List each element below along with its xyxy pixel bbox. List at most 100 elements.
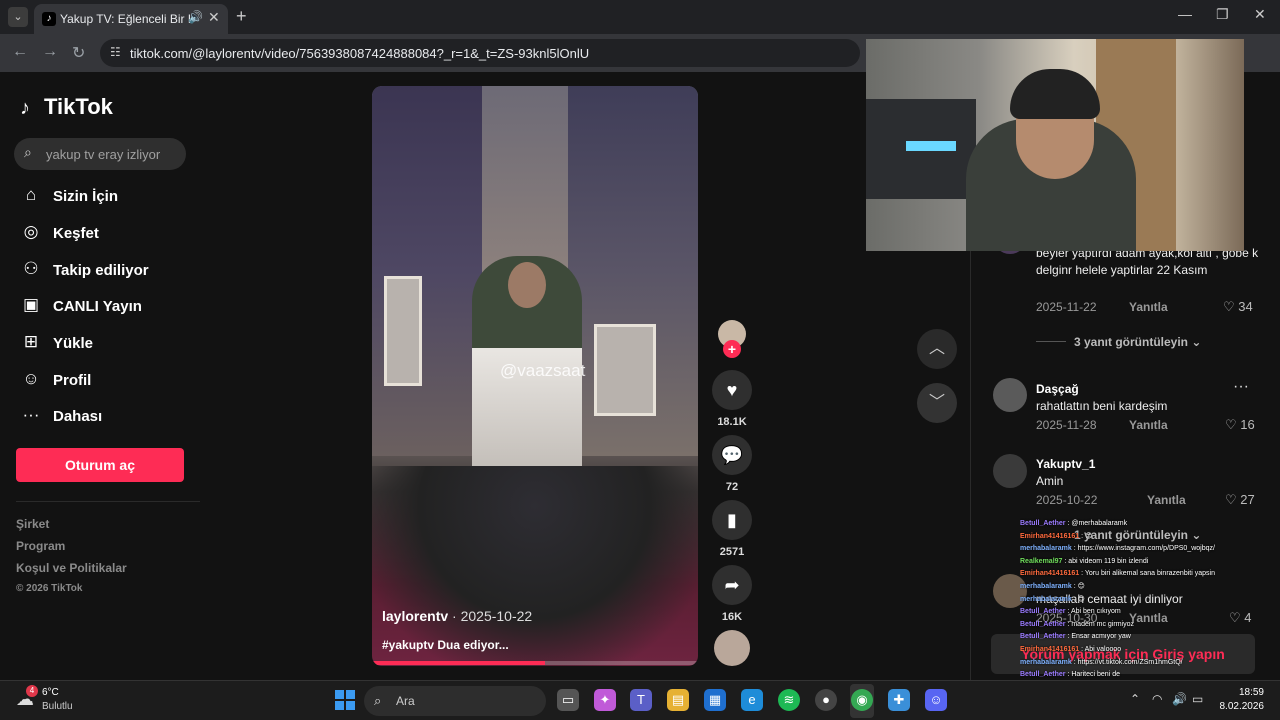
close-window-icon[interactable]: ✕	[1254, 6, 1266, 23]
teams-icon[interactable]: T	[630, 689, 652, 711]
copyright: © 2026 TikTok	[16, 583, 83, 594]
sidebar-item-label: Dahası	[53, 408, 103, 425]
like-button[interactable]: ♥	[712, 370, 752, 410]
sidebar-item-label: Keşfet	[53, 225, 99, 242]
footer-link-terms[interactable]: Koşul ve Politikalar	[16, 561, 127, 575]
footer-link-company[interactable]: Şirket	[16, 517, 49, 531]
sidebar-item-for-you[interactable]: ⌂ Sizin İçin	[18, 182, 198, 212]
search-icon[interactable]: ⌕	[24, 144, 32, 161]
tiktok-logo[interactable]: ♪ TikTok	[20, 94, 113, 120]
weather-badge: 4	[26, 685, 38, 697]
comment-icon: 💬	[720, 445, 744, 465]
clock-time[interactable]: 18:59	[1210, 687, 1264, 698]
replies-divider	[1036, 341, 1066, 342]
heart-outline-icon: ♡	[1223, 299, 1235, 314]
more-options-icon[interactable]: ···	[1233, 378, 1249, 396]
follow-plus-icon[interactable]: +	[723, 340, 741, 358]
webcam-overlay	[866, 39, 1244, 251]
previous-video-button[interactable]: ︿	[917, 329, 957, 369]
video-watermark: @vaazsaat	[500, 361, 586, 380]
chat-text: : abi videom 119 bin izlendi	[1062, 557, 1149, 565]
url-text[interactable]: tiktok.com/@laylorentv/video/75639380874…	[130, 46, 589, 61]
close-tab-icon[interactable]: ✕	[208, 9, 220, 26]
obs-icon[interactable]: ●	[815, 689, 837, 711]
comment-avatar[interactable]	[993, 378, 1027, 412]
clock-date[interactable]: 8.02.2026	[1196, 701, 1265, 712]
sidebar-item-label: Profil	[53, 372, 92, 389]
chat-text: : madem mc girmiyoz	[1065, 620, 1134, 628]
music-disc-avatar[interactable]	[714, 630, 750, 666]
tray-overflow-icon[interactable]: ⌃	[1130, 692, 1140, 706]
reply-button[interactable]: Yanıtla	[1147, 493, 1186, 507]
webcam-scene-light	[906, 141, 956, 151]
task-view-icon[interactable]: ▭	[557, 689, 579, 711]
volume-icon[interactable]: 🔊	[1172, 692, 1187, 706]
video-caption[interactable]: #yakuptv Dua ediyor...	[382, 638, 509, 652]
copilot-icon[interactable]: ✦	[594, 689, 616, 711]
view-replies-button[interactable]: 3 yanıt görüntüleyin ⌄	[1074, 335, 1201, 349]
wifi-icon[interactable]: ◠	[1152, 692, 1162, 706]
restore-icon[interactable]: ❐	[1216, 6, 1229, 23]
search-box[interactable]: ⌕	[14, 138, 186, 170]
spotify-icon[interactable]: ≋	[778, 689, 800, 711]
heart-outline-icon: ♡	[1225, 417, 1237, 432]
comment-like[interactable]: ♡ 27	[1225, 492, 1255, 508]
chat-message: Emirhan41416161 : Abi valoooo	[1020, 644, 1260, 657]
chrome-icon[interactable]: ◉	[851, 689, 873, 711]
sidebar-item-profile[interactable]: ☺ Profil	[18, 366, 198, 396]
sidebar-item-live[interactable]: ▣ CANLI Yayın	[18, 292, 198, 322]
app-icon[interactable]: ✚	[888, 689, 910, 711]
login-button[interactable]: Oturum aç	[16, 448, 184, 482]
video-progress-bar[interactable]	[372, 661, 698, 665]
sidebar-item-explore[interactable]: ◎ Keşfet	[18, 219, 198, 249]
comment-username[interactable]: Yakuptv_1	[1036, 457, 1095, 471]
speaker-icon[interactable]: 🔊	[188, 10, 203, 24]
discord-icon[interactable]: ☺	[925, 689, 947, 711]
start-button[interactable]	[335, 690, 355, 710]
share-button[interactable]: ➦	[712, 565, 752, 605]
store-icon[interactable]: ▦	[704, 689, 726, 711]
search-input[interactable]	[46, 138, 176, 170]
reload-icon[interactable]: ↻	[72, 43, 85, 63]
sidebar-divider	[16, 501, 200, 502]
tab-list-button[interactable]: ⌄	[8, 7, 28, 27]
url-field[interactable]: ☷ tiktok.com/@laylorentv/video/756393808…	[100, 39, 860, 67]
edge-icon[interactable]: e	[741, 689, 763, 711]
chat-message: merhabalaramk : https://vt.tiktok.com/ZS…	[1020, 657, 1260, 670]
tiktok-logo-icon: ♪	[20, 97, 30, 119]
like-count: 18.1K	[717, 416, 747, 428]
back-icon[interactable]: ←	[12, 43, 28, 61]
new-tab-icon[interactable]: +	[236, 6, 247, 27]
reply-button[interactable]: Yanıtla	[1129, 300, 1168, 314]
site-info-icon[interactable]: ☷	[110, 45, 121, 59]
video-player[interactable]: @vaazsaat laylorentv · 2025-10-22 #yakup…	[372, 86, 698, 666]
sidebar-item-following[interactable]: ⚇ Takip ediliyor	[18, 256, 198, 286]
chat-username: Emirhan41416161	[1020, 532, 1080, 540]
windows-logo-icon	[346, 701, 355, 710]
chat-text: : https://www.instagram.com/p/DPS0_wojbq…	[1071, 545, 1215, 553]
save-button[interactable]: ▮	[712, 500, 752, 540]
upload-icon: ⊞	[23, 332, 39, 351]
heart-outline-icon: ♡	[1225, 492, 1237, 507]
file-explorer-icon[interactable]: ▤	[667, 689, 689, 711]
weather-condition[interactable]: Bulutlu	[42, 701, 73, 712]
video-progress-fill	[372, 661, 545, 665]
browser-tab[interactable]: ♪ Yakup TV: Eğlenceli Bir Hay 🔊 ✕	[34, 4, 228, 34]
weather-temperature[interactable]: 6°C	[42, 687, 59, 698]
forward-icon[interactable]: →	[42, 43, 58, 61]
sidebar-item-upload[interactable]: ⊞ Yükle	[18, 329, 198, 359]
minimize-icon[interactable]: —	[1178, 6, 1192, 22]
video-author[interactable]: laylorentv	[382, 608, 448, 624]
chat-text: : @merhabalaramk	[1065, 520, 1128, 527]
comment-like[interactable]: ♡ 16	[1225, 417, 1255, 433]
sidebar-item-more[interactable]: ··· Dahası	[18, 402, 198, 432]
taskbar-search[interactable]: ⌕ Ara	[364, 686, 546, 716]
sidebar-item-label: Yükle	[53, 335, 94, 352]
next-video-button[interactable]: ﹀	[917, 383, 957, 423]
comment-button[interactable]: 💬	[712, 435, 752, 475]
reply-button[interactable]: Yanıtla	[1129, 418, 1168, 432]
comment-like[interactable]: ♡ 34	[1223, 299, 1253, 315]
comment-username[interactable]: Daşçağ	[1036, 382, 1079, 396]
footer-link-program[interactable]: Program	[16, 539, 65, 553]
comment-avatar[interactable]	[993, 454, 1027, 488]
